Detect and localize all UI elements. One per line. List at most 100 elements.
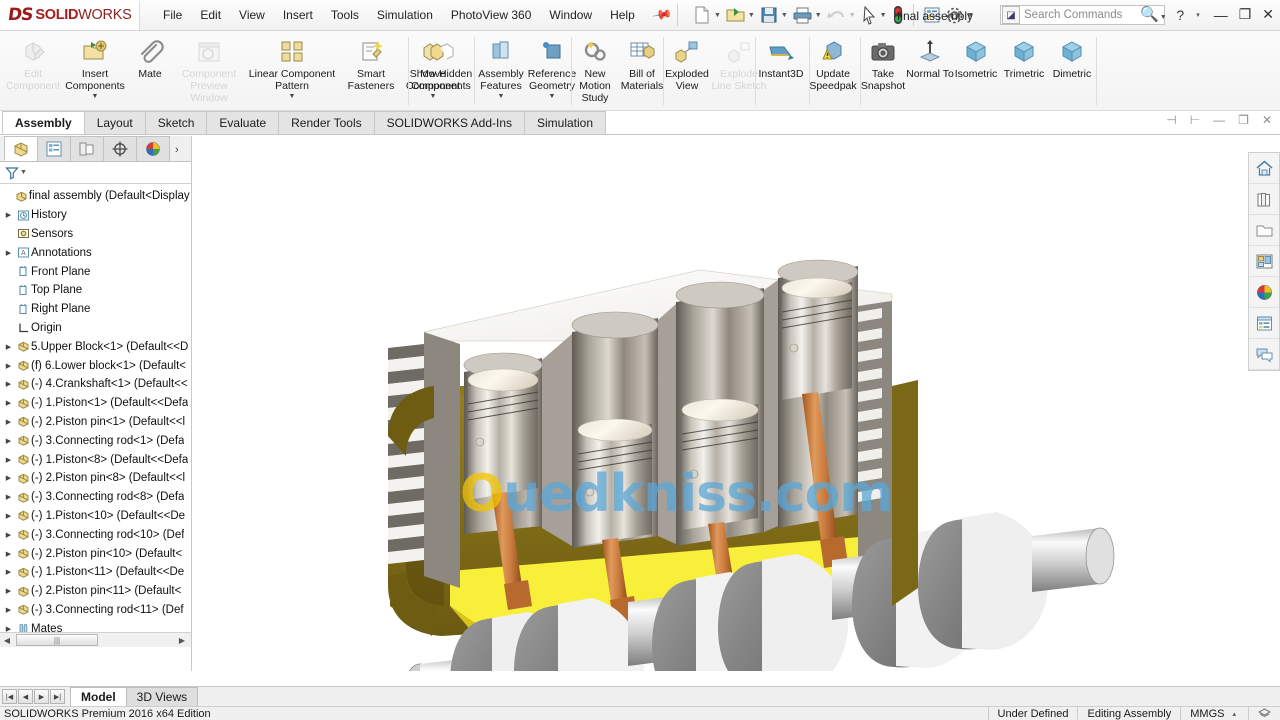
print-document-caret[interactable]: ▼: [815, 12, 822, 19]
pin-left-panel-button[interactable]: ⊣: [1166, 113, 1176, 127]
menu-item-help[interactable]: Help: [601, 5, 644, 25]
tree-item-connecting-rod-10[interactable]: ▶ (-) 3.Connecting rod<10> (Def: [0, 525, 191, 544]
pin-icon[interactable]: 📌: [651, 4, 673, 26]
insert-components-button[interactable]: Insert Components ▼: [64, 31, 126, 111]
dimetric-button[interactable]: Dimetric: [1048, 31, 1096, 111]
previous-tab-button[interactable]: ◀: [18, 689, 33, 704]
tree-item-piston-11[interactable]: ▶ (-) 1.Piston<11> (Default<<De: [0, 563, 191, 582]
assembly-features-caret[interactable]: ▼: [498, 93, 505, 100]
magnifier-icon[interactable]: 🔍▼: [1140, 5, 1170, 23]
close-document-button[interactable]: ✕: [1262, 113, 1272, 127]
component-preview-window-button[interactable]: Component Preview Window: [174, 31, 244, 111]
filter-caret[interactable]: ▼: [20, 169, 27, 176]
tree-expander[interactable]: ▶: [2, 380, 15, 388]
tree-item-piston-pin-1[interactable]: ▶ (-) 2.Piston pin<1> (Default<<l: [0, 413, 191, 432]
tab-3d-views[interactable]: 3D Views: [125, 687, 199, 706]
units-selector[interactable]: MMGS ▴: [1180, 706, 1248, 720]
tab-model[interactable]: Model: [70, 687, 127, 706]
new-document-button[interactable]: [691, 2, 713, 28]
menu-item-photoview360[interactable]: PhotoView 360: [442, 5, 541, 25]
take-snapshot-button[interactable]: Take Snapshot: [858, 31, 908, 111]
next-tab-button[interactable]: ▶: [34, 689, 49, 704]
engine-assembly-model[interactable]: [192, 136, 1280, 671]
first-tab-button[interactable]: |◀: [2, 689, 17, 704]
display-manager-tab[interactable]: [136, 136, 170, 161]
tree-item-piston-pin-10[interactable]: ▶ (-) 2.Piston pin<10> (Default<: [0, 544, 191, 563]
menu-item-view[interactable]: View: [230, 5, 274, 25]
save-document-caret[interactable]: ▼: [781, 12, 788, 19]
restore-button[interactable]: ❐: [1239, 6, 1252, 23]
design-library-button[interactable]: [1249, 339, 1279, 370]
scrollbar-thumb[interactable]: |||: [16, 634, 98, 646]
view-home-button[interactable]: [1249, 153, 1279, 184]
tab-solidworks-add-ins[interactable]: SOLIDWORKS Add-Ins: [373, 111, 525, 134]
tree-item-annotations[interactable]: ▶ A Annotations: [0, 243, 191, 262]
tree-item-origin[interactable]: Origin: [0, 319, 191, 338]
tree-expander[interactable]: ▶: [2, 568, 15, 576]
menu-item-insert[interactable]: Insert: [274, 5, 322, 25]
tree-item-connecting-rod-11[interactable]: ▶ (-) 3.Connecting rod<11> (Def: [0, 601, 191, 620]
open-document-caret[interactable]: ▼: [748, 12, 755, 19]
tree-item-upper-block[interactable]: ▶ 5.Upper Block<1> (Default<<D: [0, 337, 191, 356]
tab-simulation[interactable]: Simulation: [524, 111, 607, 134]
tree-expander[interactable]: ▶: [2, 550, 15, 558]
help-button[interactable]: ?: [1176, 7, 1184, 23]
tree-item-lower-block[interactable]: ▶ (f) 6.Lower block<1> (Default<: [0, 356, 191, 375]
search-caret[interactable]: ▼: [1160, 14, 1167, 21]
tree-expander[interactable]: ▶: [2, 211, 15, 219]
units-caret[interactable]: ▴: [1232, 710, 1236, 718]
more-tabs-chevron-icon[interactable]: ›: [175, 144, 179, 161]
linear-pattern-caret[interactable]: ▼: [289, 93, 296, 100]
tree-item-piston-1[interactable]: ▶ (-) 1.Piston<1> (Default<<Defa: [0, 394, 191, 413]
tree-expander[interactable]: ▶: [2, 362, 15, 370]
tree-item-piston-10[interactable]: ▶ (-) 1.Piston<10> (Default<<De: [0, 507, 191, 526]
tree-item-history[interactable]: ▶ History: [0, 206, 191, 225]
search-input[interactable]: Search Commands: [1024, 9, 1122, 21]
tree-expander[interactable]: ▶: [2, 606, 15, 614]
tree-item-piston-pin-11[interactable]: ▶ (-) 2.Piston pin<11> (Default<: [0, 582, 191, 601]
menu-item-file[interactable]: File: [154, 5, 191, 25]
tree-expander[interactable]: ▶: [2, 512, 15, 520]
search-scope-icon[interactable]: ◪: [1002, 6, 1020, 24]
normal-to-button[interactable]: Normal To: [906, 31, 954, 111]
feature-tree-filter[interactable]: ▼: [0, 162, 191, 184]
view-layout-button[interactable]: [1249, 246, 1279, 277]
tab-sketch[interactable]: Sketch: [144, 111, 208, 134]
tree-item-right-plane[interactable]: Right Plane: [0, 300, 191, 319]
show-hidden-components-button[interactable]: Show Hidden Components: [410, 31, 472, 111]
menu-item-simulation[interactable]: Simulation: [368, 5, 442, 25]
select-tool-button[interactable]: [859, 2, 879, 28]
tree-expander[interactable]: ▶: [2, 343, 15, 351]
view-palette-button[interactable]: [1249, 184, 1279, 215]
tab-assembly[interactable]: Assembly: [2, 111, 85, 134]
edit-component-button[interactable]: Edit Component: [2, 31, 64, 111]
trimetric-button[interactable]: Trimetric: [1000, 31, 1048, 111]
tree-expander[interactable]: ▶: [2, 587, 15, 595]
tree-item-front-plane[interactable]: Front Plane: [0, 262, 191, 281]
print-document-button[interactable]: [791, 2, 814, 28]
feature-tree-horizontal-scrollbar[interactable]: ◀ ||| ▶: [0, 632, 191, 647]
undo-caret[interactable]: ▼: [849, 12, 856, 19]
close-button[interactable]: ✕: [1262, 6, 1274, 23]
isometric-button[interactable]: Isometric: [952, 31, 1000, 111]
exploded-view-button[interactable]: Exploded View: [660, 31, 714, 111]
appearances-button[interactable]: [1249, 277, 1279, 308]
reference-geometry-caret[interactable]: ▼: [549, 93, 556, 100]
tree-item-connecting-rod-1[interactable]: ▶ (-) 3.Connecting rod<1> (Defa: [0, 431, 191, 450]
open-document-button[interactable]: [724, 2, 747, 28]
graphics-viewport[interactable]: Ouedkniss.com: [192, 136, 1280, 671]
tree-expander[interactable]: ▶: [2, 456, 15, 464]
custom-properties-button[interactable]: [1249, 308, 1279, 339]
insert-components-caret[interactable]: ▼: [92, 93, 99, 100]
restore-document-button[interactable]: ❐: [1238, 113, 1249, 127]
new-document-caret[interactable]: ▼: [714, 12, 721, 19]
undo-button[interactable]: [825, 2, 848, 28]
smart-fasteners-button[interactable]: Smart Fasteners: [340, 31, 402, 111]
new-motion-study-button[interactable]: New Motion Study: [573, 31, 617, 111]
update-speedpak-button[interactable]: Update Speedpak: [806, 31, 860, 111]
overlay-icon[interactable]: [1248, 706, 1280, 720]
assembly-features-button[interactable]: Assembly Features ▼: [476, 31, 526, 111]
configuration-manager-tab[interactable]: [70, 136, 104, 161]
tree-expander[interactable]: ▶: [2, 249, 15, 257]
mate-button[interactable]: Mate: [126, 31, 174, 111]
